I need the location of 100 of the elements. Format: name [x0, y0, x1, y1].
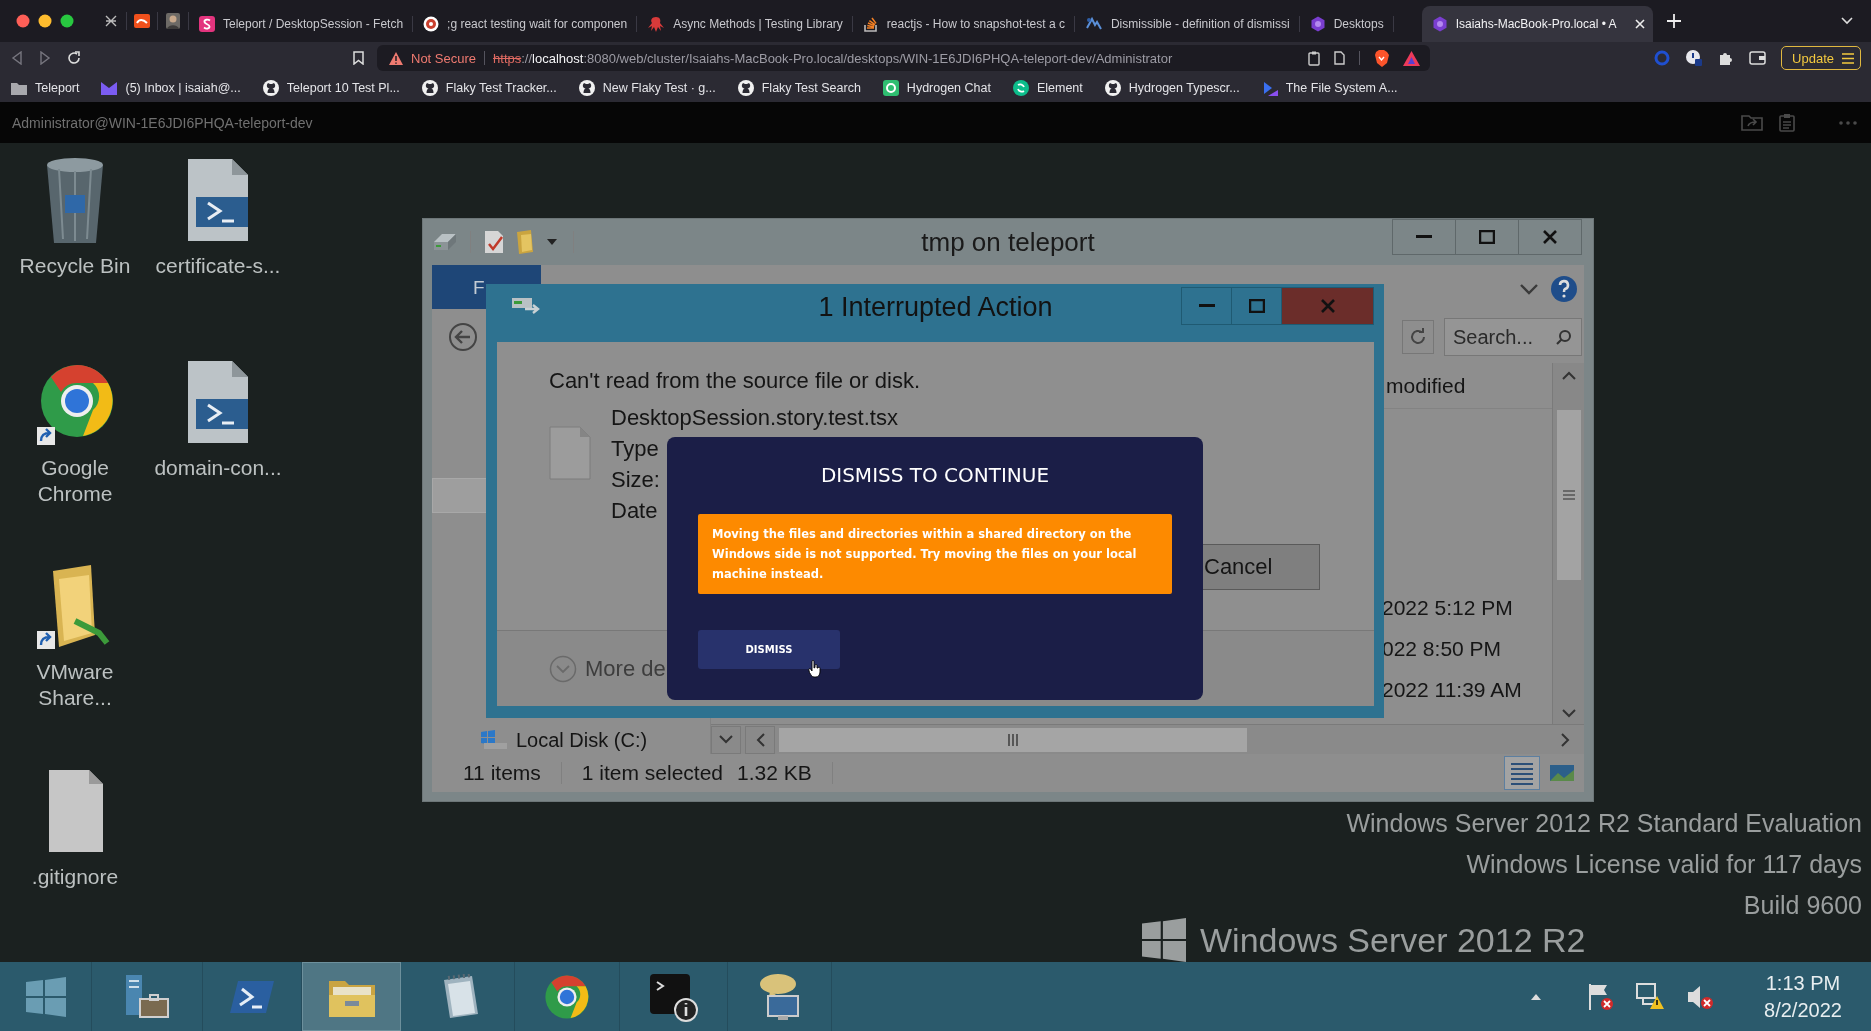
bookmark-link[interactable]: Flaky Test Tracker...	[445, 81, 557, 95]
bookmark-link[interactable]: (5) Inbox | isaiah@...	[125, 81, 241, 95]
grip-icon	[1562, 490, 1575, 500]
search-field[interactable]: Search...	[1444, 318, 1582, 356]
new-tab-icon[interactable]	[1666, 14, 1681, 28]
bookmark-link[interactable]: Hydrogen Chat	[906, 81, 991, 95]
address-field[interactable]: Not Secure https://localhost:8080/web/cluster/Isaiahs-MacBook-Pro.local/desktops/WIN-1E6JDI6PHQA-teleport-dev/Administrator	[377, 45, 1430, 71]
dropdown-button[interactable]	[711, 725, 741, 754]
forward-icon[interactable]	[39, 51, 51, 65]
date-cell: 2022 11:39 AM	[1382, 677, 1522, 702]
site-icon	[737, 80, 754, 96]
browser-tab[interactable]: reactjs - How to snapshot-test a c	[852, 6, 1075, 42]
back-icon[interactable]	[448, 322, 478, 352]
security-label[interactable]: Not Secure	[411, 50, 477, 66]
chevron-down-icon[interactable]	[1520, 283, 1538, 295]
minimize-window-button[interactable]	[38, 14, 52, 28]
minimize-button[interactable]	[1392, 219, 1456, 255]
network-warning-icon[interactable]	[1635, 981, 1665, 1012]
extension-icon[interactable]	[1685, 49, 1704, 67]
browser-tab[interactable]: Isaiahs-MacBook-Pro.local • A	[1421, 6, 1653, 42]
warning-icon	[389, 51, 403, 65]
help-icon[interactable]	[1550, 275, 1578, 303]
lion-shield-icon[interactable]	[1374, 49, 1389, 67]
terminal-prompt-icon[interactable]	[230, 978, 274, 1015]
site-icon	[262, 80, 279, 96]
clock-time[interactable]: 1:13 PM	[1753, 969, 1853, 997]
close-icon	[1542, 230, 1558, 244]
clock-date[interactable]: 8/2/2022	[1753, 996, 1853, 1024]
desktop-icon-label[interactable]: Recycle Bin	[15, 253, 135, 279]
bookmark-link[interactable]: Hydrogen Typescr...	[1128, 81, 1240, 95]
document-check-icon[interactable]	[483, 230, 505, 254]
window-title: tmp on teleport	[921, 226, 1095, 258]
triangle-icon[interactable]	[1403, 50, 1420, 66]
back-icon[interactable]	[11, 51, 23, 65]
minimize-button[interactable]	[1181, 287, 1232, 325]
scroll-down-icon[interactable]	[1561, 709, 1576, 718]
bookmark-link[interactable]: New Flaky Test · g...	[602, 81, 716, 95]
warning-message: Moving the files and directories within a shared directory on the Windows side is not supported. Try moving the files on your local machine instead.	[698, 514, 1172, 594]
bookmark-link[interactable]: Flaky Test Search	[761, 81, 861, 95]
wallet-icon[interactable]	[1749, 51, 1767, 65]
browser-tab[interactable]: Teleport / DesktopSession - Fetch	[189, 6, 414, 42]
site-icon	[101, 81, 118, 95]
bookmark-link[interactable]: Element	[1036, 81, 1083, 95]
site-icon	[578, 80, 595, 96]
maximize-window-button[interactable]	[60, 14, 74, 28]
bookmark-link[interactable]: The File System A...	[1285, 81, 1398, 95]
dialog-title: 1 Interrupted Action	[818, 291, 1053, 323]
tab-list-icon[interactable]	[1841, 17, 1853, 25]
file-name: DesktopSession.story.test.tsx	[611, 404, 898, 432]
desktop-icon-label[interactable]: certificate-s...	[138, 253, 298, 279]
session-title: Administrator@WIN-1E6JDI6PHQA-teleport-dev	[12, 114, 313, 131]
browser-tab[interactable]: Desktops	[1299, 6, 1394, 42]
dismiss-button[interactable]: DISMISS	[698, 630, 840, 669]
details-view-icon[interactable]	[1504, 756, 1540, 790]
bookmark-link[interactable]: Teleport	[35, 81, 80, 95]
bookmark-link[interactable]: Teleport 10 Test Pl...	[286, 81, 400, 95]
bookmark-icon[interactable]	[353, 51, 364, 65]
desktop-icon-label[interactable]: domain-con...	[138, 455, 298, 481]
close-window-button[interactable]	[16, 14, 30, 28]
scrollbar-thumb[interactable]	[779, 727, 1247, 752]
close-button[interactable]	[1518, 219, 1582, 255]
nav-item[interactable]: Local Disk (C:)	[516, 728, 648, 752]
site-icon	[1104, 80, 1121, 96]
windows-logo-icon[interactable]	[25, 976, 66, 1017]
terminal-info-icon[interactable]	[647, 971, 700, 1022]
scrollbar-thumb[interactable]	[1556, 410, 1581, 580]
desktop-icon-label[interactable]: VMware Share...	[15, 659, 135, 711]
close-tab-icon[interactable]	[1634, 19, 1645, 29]
puzzle-icon[interactable]	[1718, 50, 1735, 66]
scroll-left-button[interactable]	[745, 725, 775, 754]
file-detail: Size:	[611, 466, 660, 494]
browser-tab[interactable]: ;g react testing wait for componen	[413, 6, 638, 42]
desktop-icon-label[interactable]: Google Chrome	[15, 455, 135, 507]
reload-icon[interactable]	[67, 51, 81, 65]
browser-tab[interactable]: Dismissible - definition of dismissi	[1074, 6, 1300, 42]
clipboard-icon[interactable]	[1308, 50, 1320, 66]
browser-tab[interactable]: Async Methods | Testing Library	[637, 6, 853, 42]
menu-icon[interactable]	[1842, 52, 1854, 64]
maximize-button[interactable]	[1455, 219, 1519, 255]
drive-icon[interactable]	[432, 232, 458, 252]
maximize-icon	[1479, 230, 1495, 244]
site-icon	[1012, 80, 1029, 96]
clipboard-icon[interactable]	[1779, 113, 1795, 132]
date-cell: 2022 5:12 PM	[1382, 595, 1513, 620]
status-text: 11 items	[463, 761, 541, 785]
minimize-icon	[1416, 235, 1432, 239]
desktop-icon-label[interactable]: .gitignore	[15, 864, 135, 890]
watermark-text: Windows Server 2012 R2 Standard Evaluation	[1346, 808, 1862, 838]
status-text: 1 item selected	[581, 761, 724, 785]
refresh-button[interactable]	[1402, 320, 1434, 354]
caret-up-icon[interactable]	[1531, 993, 1541, 1000]
page-icon[interactable]	[1334, 51, 1345, 65]
scroll-up-icon[interactable]	[1561, 371, 1576, 380]
site-icon	[1431, 16, 1448, 32]
caret-icon[interactable]	[547, 238, 557, 246]
date-cell: 022 8:50 PM	[1382, 636, 1502, 661]
browser-logo-icon[interactable]	[543, 972, 591, 1021]
scroll-right-icon[interactable]	[1561, 732, 1570, 747]
site-icon	[421, 80, 438, 96]
update-button[interactable]: Update	[1781, 46, 1861, 70]
